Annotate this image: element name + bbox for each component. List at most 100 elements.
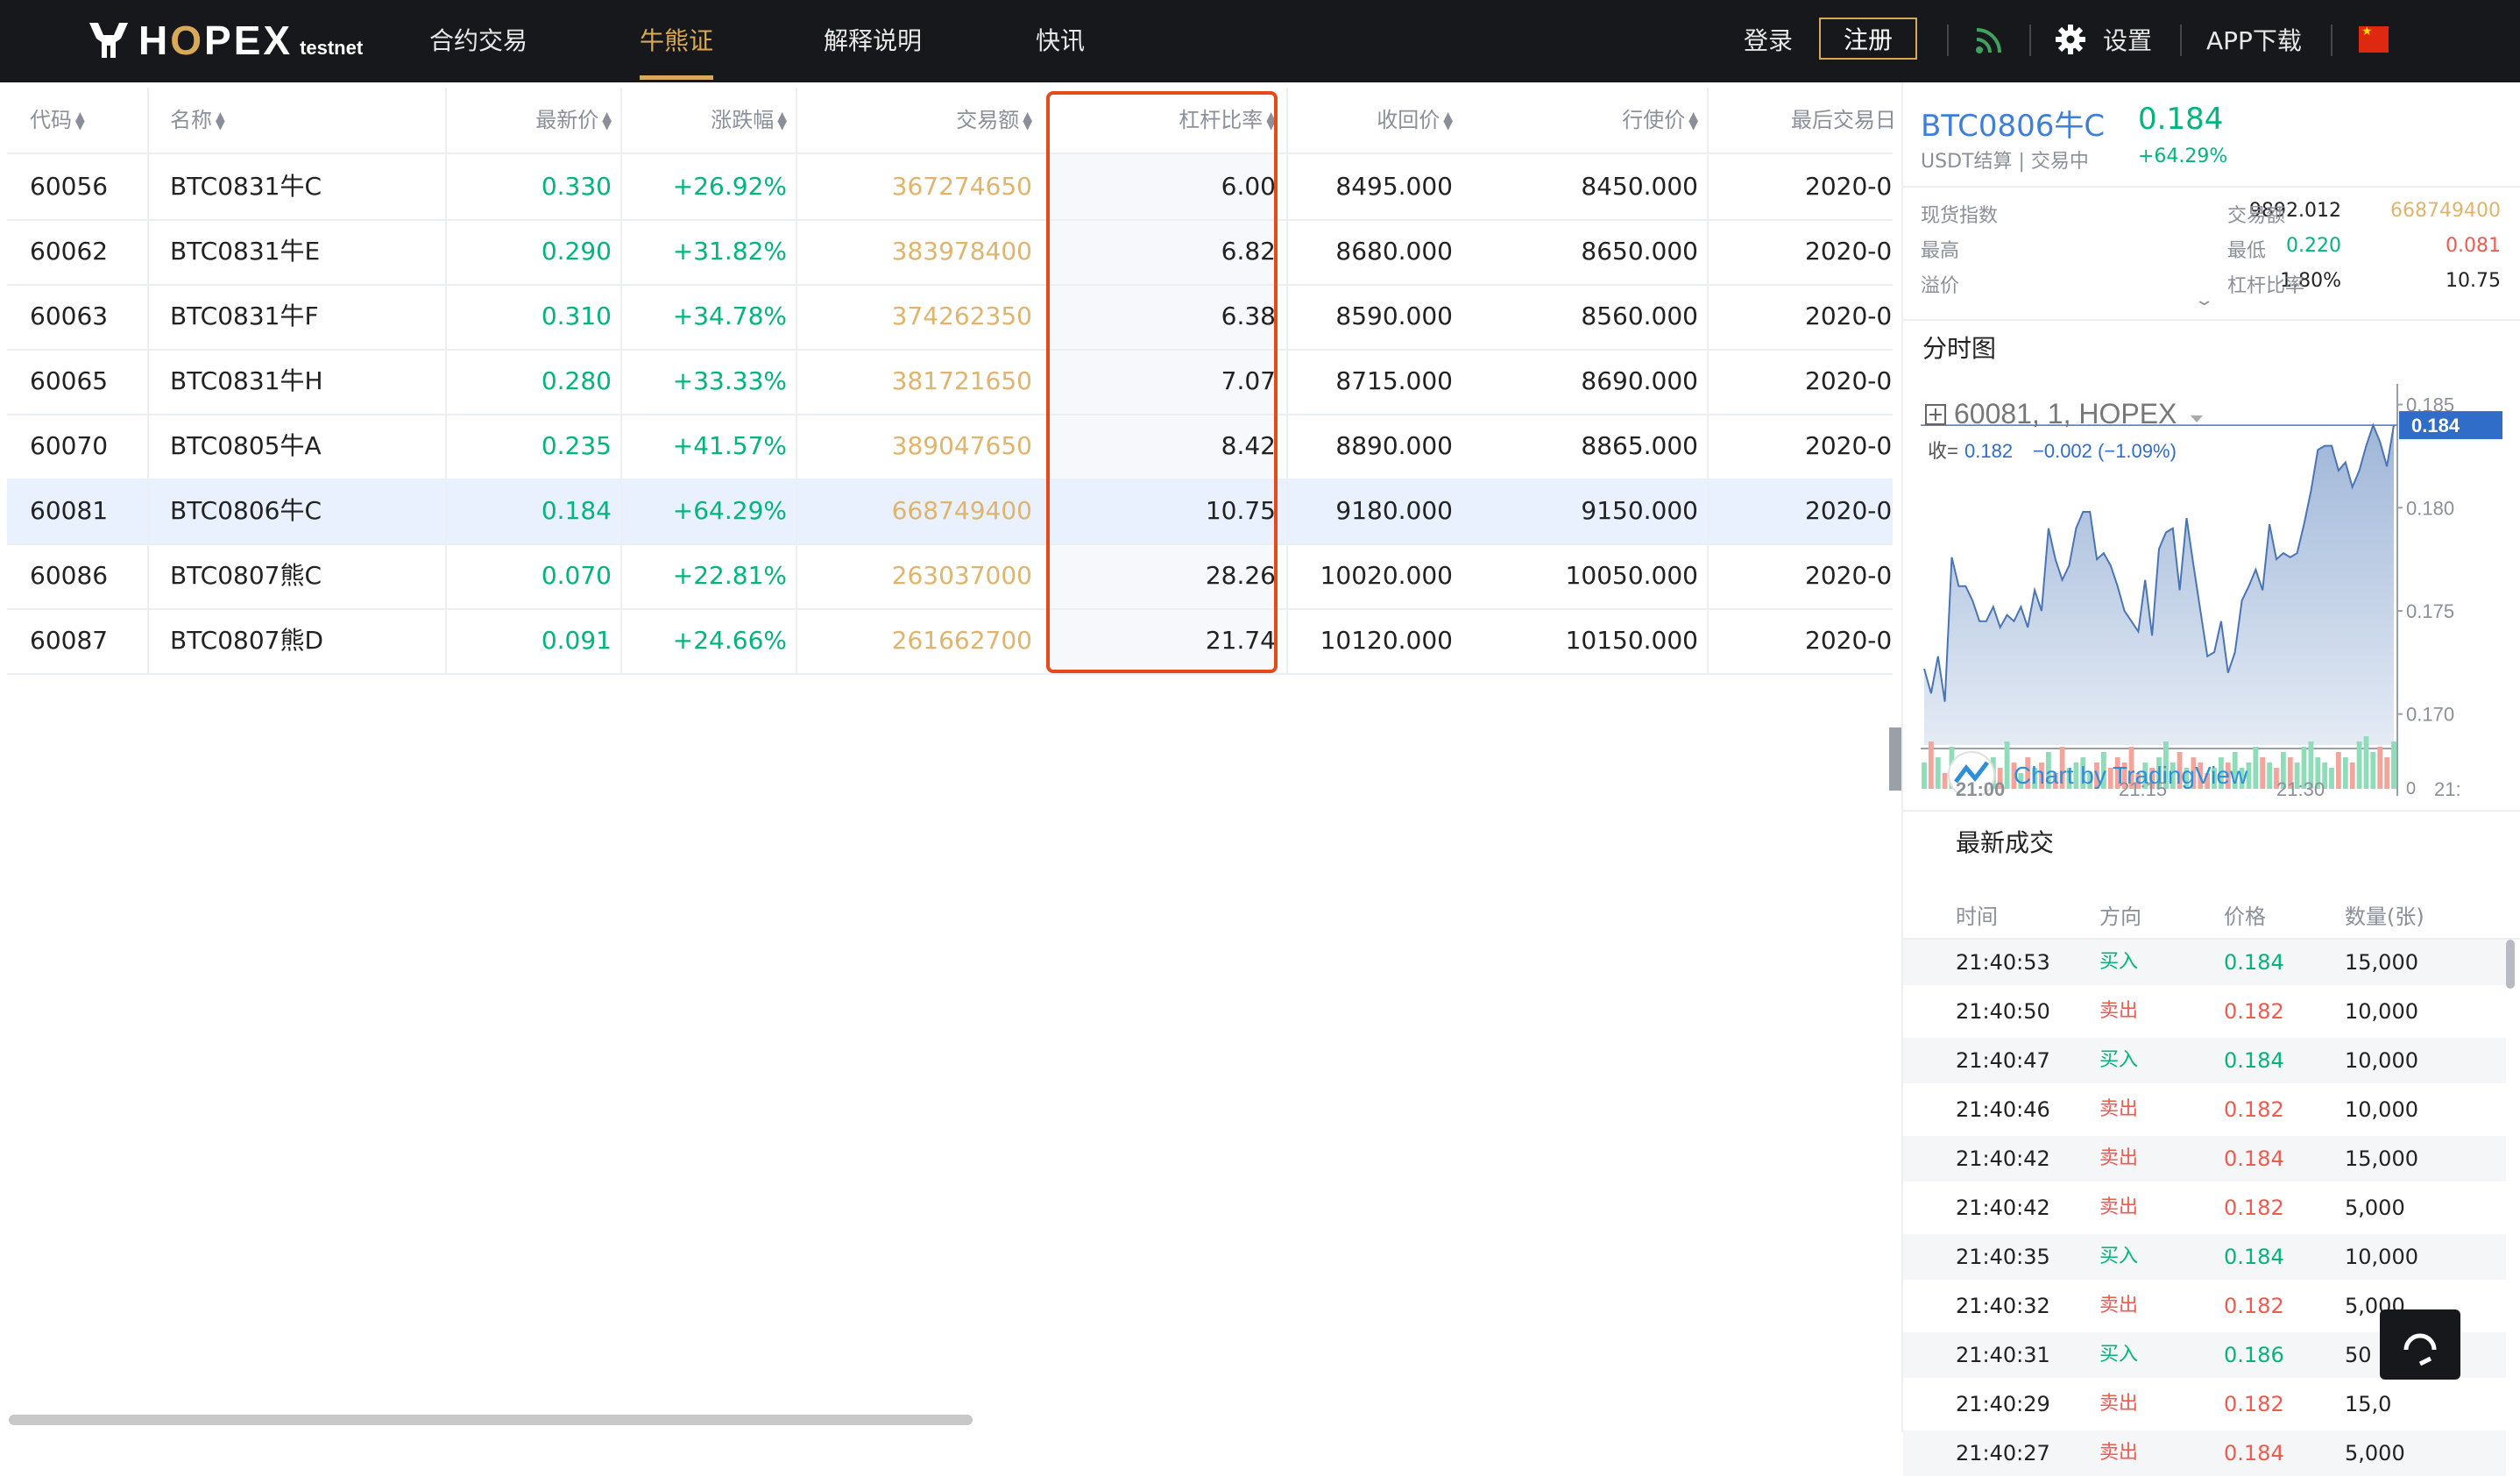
horizontal-scrollbar[interactable] — [9, 1415, 973, 1425]
intraday-chart[interactable]: 0.1850.1800.1750.1700.184060081, 1, HOPE… — [1921, 384, 2504, 796]
table-row[interactable]: 60070 BTC0805牛A 0.235 +41.57% 389047650 8.42 8… — [7, 414, 1893, 480]
header-volume[interactable]: 交易额 ▲ ▼ — [804, 88, 1032, 153]
detail-subtitle: USDT结算 | 交易中 — [1921, 151, 2089, 173]
header-price[interactable]: 最新价 ▲ ▼ — [454, 88, 612, 153]
register-button[interactable]: 注册 — [1819, 18, 1917, 60]
cell-recall: 8680.000 — [1335, 237, 1453, 266]
cell-strike: 8650.000 — [1581, 237, 1698, 266]
cell-price: 0.070 — [541, 561, 612, 590]
header-strike[interactable]: 行使价 ▲ ▼ — [1470, 88, 1698, 153]
cell-strike: 10150.000 — [1565, 626, 1698, 655]
detail-title: BTC0806牛C — [1921, 109, 2106, 144]
volume-bar — [2384, 757, 2389, 789]
x-tick-label: 21: — [2434, 778, 2461, 796]
table-row[interactable]: 60086 BTC0807熊C 0.070 +22.81% 263037000 28.26… — [7, 543, 1893, 610]
trade-row: 21:40:47 买入 0.184 10,000 — [1903, 1038, 2506, 1083]
nav-divider — [1947, 25, 1949, 56]
nav-contract-trading[interactable]: 合约交易 — [429, 21, 527, 61]
trades-header-side: 方向 — [2099, 905, 2141, 929]
last-price-tag-label: 0.184 — [2411, 415, 2460, 436]
gear-icon[interactable] — [2054, 23, 2087, 56]
cell-recall: 10120.000 — [1320, 626, 1453, 655]
volume-bar — [2336, 752, 2341, 789]
trade-time: 21:40:53 — [1956, 950, 2050, 975]
y-tick-label: 0.175 — [2406, 600, 2454, 622]
header-last-day[interactable]: 最后交易日 — [1791, 88, 1893, 153]
volume-bar — [1922, 763, 1927, 789]
header-recall[interactable]: 收回价 ▲ ▼ — [1295, 88, 1453, 153]
cell-price: 0.235 — [541, 431, 612, 460]
trade-qty: 10,000 — [2345, 1245, 2418, 1269]
panel-resize-handle[interactable] — [1889, 727, 1901, 791]
volume-bar — [2377, 747, 2383, 789]
latest-trades-title: 最新成交 — [1956, 828, 2055, 857]
trade-qty: 15,000 — [2345, 950, 2418, 975]
cell-change: +26.92% — [672, 172, 787, 201]
stat-label: 最低 — [2227, 240, 2267, 262]
trade-time: 21:40:31 — [1956, 1343, 2050, 1367]
header-change[interactable]: 涨跌幅 ▲ ▼ — [629, 88, 787, 153]
table-row[interactable]: 60087 BTC0807熊D 0.091 +24.66% 261662700 21.74… — [7, 608, 1893, 675]
table-row[interactable]: 60063 BTC0831牛F 0.310 +34.78% 374262350 6.38 8… — [7, 284, 1893, 351]
cell-code: 60087 — [30, 626, 109, 655]
cell-volume: 367274650 — [891, 172, 1032, 201]
table-row[interactable]: 60081 BTC0806牛C 0.184 +64.29% 668749400 10.75… — [7, 479, 1893, 545]
volume-bar — [2267, 763, 2272, 789]
volume-bar — [2349, 763, 2355, 789]
trades-header-qty: 数量(张) — [2345, 905, 2424, 929]
volume-tick-label: 0 — [2406, 779, 2416, 796]
close-delta: −0.002 (−1.09%) — [2033, 440, 2177, 462]
cell-price: 0.310 — [541, 302, 612, 330]
trade-row: 21:40:29 卖出 0.182 15,0 — [1903, 1381, 2506, 1427]
header-code[interactable]: 代码 ▲ ▼ — [30, 88, 85, 153]
trade-qty: 5,000 — [2345, 1196, 2405, 1220]
customer-service-button[interactable] — [2380, 1309, 2460, 1380]
trade-side: 卖出 — [2099, 1000, 2139, 1022]
nav-active-indicator — [640, 75, 713, 80]
cell-name: BTC0831牛E — [170, 237, 321, 266]
cell-change: +64.29% — [672, 496, 787, 525]
table-row[interactable]: 60062 BTC0831牛E 0.290 +31.82% 383978400 6.82 8… — [7, 219, 1893, 286]
header-name[interactable]: 名称 ▲ ▼ — [170, 88, 225, 153]
trade-time: 21:40:35 — [1956, 1245, 2050, 1269]
volume-bar — [2363, 736, 2369, 789]
table-row[interactable]: 60065 BTC0831牛H 0.280 +33.33% 381721650 7.07 8… — [7, 349, 1893, 415]
trade-time: 21:40:32 — [1956, 1294, 2050, 1318]
cell-change: +41.57% — [672, 431, 787, 460]
settings-link[interactable]: 设置 — [2103, 21, 2152, 61]
cell-last-day: 2020-08 — [1805, 237, 1893, 266]
stat-label: 最高 — [1921, 240, 1960, 262]
china-flag-icon[interactable] — [2359, 25, 2389, 53]
cell-recall: 8715.000 — [1335, 366, 1453, 395]
nav-explanation[interactable]: 解释说明 — [824, 21, 922, 61]
trade-time: 21:40:42 — [1956, 1146, 2050, 1171]
volume-bar — [1942, 773, 1948, 789]
cell-volume: 383978400 — [891, 237, 1032, 266]
volume-bar — [2004, 742, 2010, 789]
table-row[interactable]: 60056 BTC0831牛C 0.330 +26.92% 367274650 6.00 8… — [7, 154, 1893, 221]
nav-news[interactable]: 快讯 — [1036, 21, 1085, 61]
x-tick-label: 21:30 — [2276, 778, 2325, 796]
trade-row: 21:40:42 卖出 0.184 15,000 — [1903, 1136, 2506, 1182]
trade-qty: 50 — [2345, 1343, 2372, 1367]
trade-side: 卖出 — [2099, 1442, 2139, 1464]
trade-side: 买入 — [2099, 1245, 2139, 1267]
login-link[interactable]: 登录 — [1744, 21, 1793, 61]
nav-cbbc[interactable]: 牛熊证 — [640, 21, 713, 61]
rss-icon[interactable] — [1973, 25, 2005, 56]
cell-name: BTC0831牛H — [170, 366, 323, 395]
cell-strike: 8560.000 — [1581, 302, 1698, 330]
trade-price: 0.182 — [2224, 1294, 2284, 1318]
stat-value: 668749400 — [2390, 200, 2501, 222]
trades-scrollbar[interactable] — [2506, 940, 2515, 989]
cell-strike: 10050.000 — [1565, 561, 1698, 590]
bull-logo-icon — [89, 23, 128, 58]
cell-code: 60056 — [30, 172, 109, 201]
cell-strike: 9150.000 — [1581, 496, 1698, 525]
hopex-logo[interactable]: HOPEX testnet — [86, 14, 363, 67]
trade-price: 0.186 — [2224, 1343, 2284, 1367]
cell-name: BTC0831牛F — [170, 302, 319, 330]
trade-price: 0.184 — [2224, 1048, 2284, 1073]
app-download-link[interactable]: APP下载 — [2206, 21, 2302, 61]
expand-chevron-icon[interactable]: ⌄ — [2193, 291, 2214, 309]
